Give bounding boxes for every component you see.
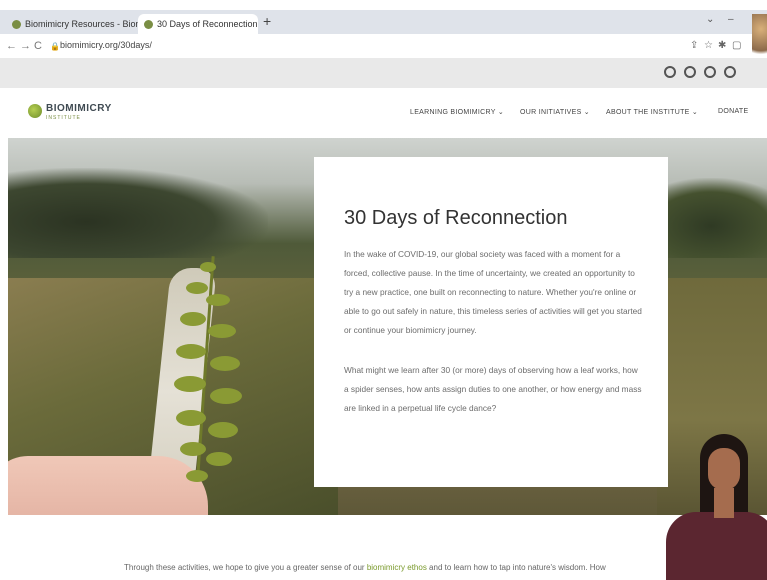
url-field[interactable]: biomimicry.org/30days/ — [60, 40, 152, 50]
ext-2-icon[interactable] — [684, 66, 696, 78]
favicon-icon — [12, 19, 21, 29]
nav-our-initiatives[interactable]: OUR INITIATIVES ⌄ — [520, 108, 590, 116]
plus-icon[interactable]: + — [263, 13, 271, 29]
nav-learning-biomimicry[interactable]: LEARNING BIOMIMICRY ⌄ — [410, 108, 504, 116]
screen-top-strip — [0, 0, 767, 10]
profile-avatar[interactable] — [752, 14, 767, 64]
page-title: 30 Days of Reconnection — [344, 207, 568, 229]
ext-4-icon[interactable] — [724, 66, 736, 78]
chevron-down-icon: ⌄ — [691, 109, 699, 116]
tab-label: Biomimicry Resources - Biomim — [25, 19, 138, 29]
extensions-toolbar — [0, 58, 767, 88]
chevron-down-icon: ⌄ — [497, 109, 504, 116]
intro-text: Through these activities, we hope to giv… — [124, 563, 606, 572]
lock-icon[interactable]: 🔒 — [50, 42, 60, 51]
back-icon[interactable]: ← — [6, 40, 17, 52]
hero-card: 30 Days of Reconnection In the wake of C… — [314, 157, 668, 487]
hand — [8, 456, 208, 515]
share-icon[interactable]: ⇪ — [690, 40, 698, 51]
browser-tab-strip: Biomimicry Resources - Biomim ✕ 30 Days … — [0, 10, 767, 34]
browser-tab-biomimicry-resources[interactable]: Biomimicry Resources - Biomim ✕ — [6, 14, 138, 34]
logo-name[interactable]: BIOMIMICRY — [46, 103, 112, 114]
minimize-icon[interactable]: ⌄ — [706, 14, 714, 25]
ext-3-icon[interactable] — [704, 66, 716, 78]
maximize-icon[interactable]: – — [728, 14, 734, 25]
presenter-video-overlay — [656, 424, 767, 580]
ext-1-icon[interactable] — [664, 66, 676, 78]
chevron-down-icon: ⌄ — [583, 109, 590, 116]
browser-tab-30-days[interactable]: 30 Days of Reconnection - Biom ✕ — [138, 14, 258, 34]
sidebar-icon[interactable]: ▢ — [732, 40, 741, 51]
logo-subtitle: INSTITUTE — [46, 115, 81, 121]
biomimicry-logo-icon[interactable] — [28, 104, 42, 118]
hero-paragraph-1: In the wake of COVID-19, our global soci… — [344, 249, 642, 335]
nav-about-the-institute[interactable]: ABOUT THE INSTITUTE ⌄ — [606, 108, 698, 116]
tab-label: 30 Days of Reconnection - Biom — [157, 19, 258, 29]
biomimicry-ethos-link[interactable]: biomimicry ethos — [367, 563, 427, 572]
favicon-icon — [144, 19, 153, 29]
extensions-icon[interactable]: ✱ — [718, 40, 726, 51]
reload-icon[interactable]: C — [34, 40, 42, 52]
forward-icon[interactable]: → — [20, 40, 31, 52]
star-icon[interactable]: ☆ — [704, 40, 713, 51]
nav-donate[interactable]: DONATE — [718, 108, 748, 115]
hero-paragraph-2: What might we learn after 30 (or more) d… — [344, 365, 642, 413]
